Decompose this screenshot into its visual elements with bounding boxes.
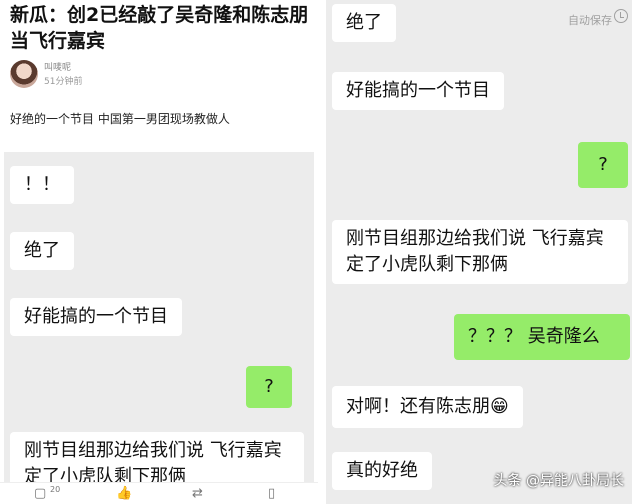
chat-bubble: 绝了: [332, 4, 396, 42]
repost-icon[interactable]: ⇄: [192, 486, 203, 501]
clock-icon: [614, 9, 628, 23]
chat-bubble: 刚节目组那边给我们说 飞行嘉宾定了小虎队剩下那俩: [332, 220, 628, 284]
chat-bubble-sent: ？？？ 吴奇隆么: [454, 314, 630, 360]
chat-bubble: ！！: [10, 166, 74, 204]
chat-bubble: 刚节目组那边给我们说 飞行嘉宾定了小虎队剩下那俩: [10, 432, 304, 482]
author-name[interactable]: 叫唛呢: [44, 60, 71, 73]
panel-divider: [318, 0, 326, 504]
article-description: 好绝的一个节目 中国第一男团现场教做人: [10, 112, 230, 126]
chat-bubble: 好能搞的一个节目: [332, 72, 504, 110]
article-title[interactable]: 新瓜：创2已经敲了吴奇隆和陈志朋当飞行嘉宾: [10, 2, 310, 54]
chat-bubble: 真的好绝: [332, 452, 432, 490]
chat-bubble: 好能搞的一个节目: [10, 298, 182, 336]
chat-screenshot-right: 自动保存 绝了 好能搞的一个节目 ? 刚节目组那边给我们说 飞行嘉宾定了小虎队剩…: [326, 0, 632, 504]
author-avatar[interactable]: [10, 60, 38, 88]
chat-screenshot-left: ！！ 绝了 好能搞的一个节目 ? 刚节目组那边给我们说 飞行嘉宾定了小虎队剩下那…: [4, 152, 314, 482]
post-time: 51分钟前: [44, 77, 83, 87]
like-icon[interactable]: 👍: [116, 486, 132, 501]
comment-count: 20: [50, 485, 61, 494]
comment-icon[interactable]: ▢: [34, 486, 46, 501]
bookmark-icon[interactable]: ▯: [268, 486, 275, 501]
watermark: 头条 @异能八卦局长: [493, 473, 624, 489]
chat-bubble-sent: ?: [246, 366, 292, 408]
action-bar: ▢ 20 👍 ⇄ ▯: [0, 482, 318, 504]
chat-bubble-sent: ?: [578, 142, 628, 188]
chat-bubble: 对啊！还有陈志朋😁: [332, 386, 523, 428]
article-panel: 新瓜：创2已经敲了吴奇隆和陈志朋当飞行嘉宾 叫唛呢 51分钟前 好绝的一个节目 …: [0, 0, 318, 504]
chat-bubble: 绝了: [10, 232, 74, 270]
autosave-label: 自动保存: [568, 14, 612, 27]
